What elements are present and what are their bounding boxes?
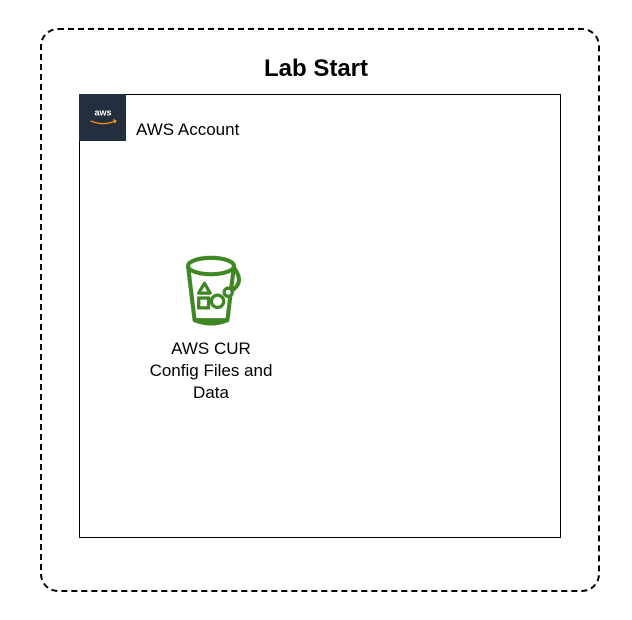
account-label: AWS Account [136, 120, 239, 140]
svg-text:aws: aws [94, 107, 111, 117]
bucket-label-line1: AWS CUR [150, 338, 273, 360]
bucket-label-line2: Config Files and [150, 360, 273, 382]
diagram-title: Lab Start [0, 55, 632, 83]
bucket-label: AWS CUR Config Files and Data [150, 338, 273, 404]
aws-logo: aws [79, 94, 126, 141]
bucket-label-line3: Data [150, 382, 273, 404]
s3-bucket-icon [170, 248, 252, 330]
bucket-group: AWS CUR Config Files and Data [145, 248, 277, 404]
